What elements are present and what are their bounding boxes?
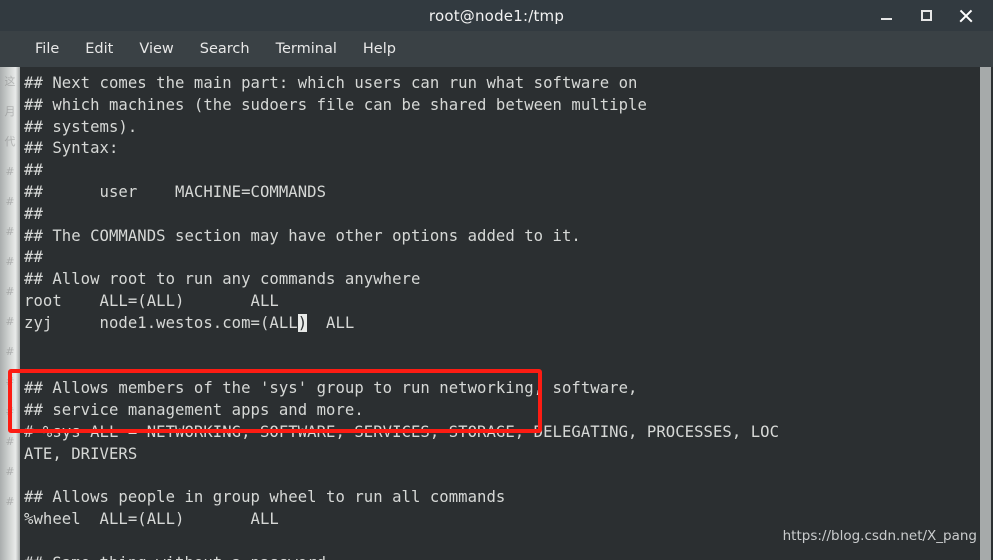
window-title: root@node1:/tmp (428, 6, 565, 25)
title-bar[interactable]: root@node1:/tmp (0, 0, 993, 31)
menu-item-search[interactable]: Search (187, 38, 263, 60)
terminal-line: ## service management apps and more. (24, 400, 364, 419)
ghost-watermark-glyph: # (5, 165, 15, 178)
terminal-line: ## (24, 161, 43, 180)
terminal-line: ## (24, 204, 43, 223)
terminal-line: ## which machines (the sudoers file can … (24, 95, 647, 114)
terminal-line: ## systems). (24, 117, 138, 136)
terminal-line: ## Next comes the main part: which users… (24, 74, 638, 92)
terminal-line: ## Allow root to run any commands anywhe… (24, 270, 421, 289)
terminal-line: ## Syntax: (24, 139, 119, 158)
ghost-watermark: 这月代 # # # # # # # # # # # # (0, 67, 20, 560)
menu-item-edit[interactable]: Edit (72, 38, 126, 60)
ghost-watermark-glyph: # (5, 405, 15, 418)
scrollbar-thumb[interactable] (980, 67, 991, 560)
csdn-watermark: https://blog.csdn.net/X_pang (782, 528, 977, 544)
terminal-line: root ALL=(ALL) ALL (24, 291, 279, 310)
maximize-icon (920, 10, 932, 21)
terminal-line: ## Same thing without a password (24, 553, 779, 560)
ghost-watermark-glyph: # (5, 465, 15, 478)
ghost-watermark-glyph: 这 (4, 75, 16, 88)
minimize-button[interactable] (877, 7, 895, 25)
ghost-watermark-glyph: # (5, 225, 15, 238)
left-frame-strip: 这月代 # # # # # # # # # # # # (0, 67, 20, 560)
terminal-screen[interactable]: ## Next comes the main part: which users… (20, 67, 978, 560)
ghost-watermark-glyph: 代 (4, 135, 16, 148)
window-controls (877, 0, 985, 31)
minimize-icon (880, 18, 892, 20)
menu-item-help[interactable]: Help (350, 38, 409, 60)
terminal-line: ATE, DRIVERS (24, 444, 138, 463)
ghost-watermark-glyph: 月 (4, 105, 16, 118)
terminal-line: ## The COMMANDS section may have other o… (24, 226, 581, 245)
terminal-line: ## Allows members of the 'sys' group to … (24, 379, 638, 398)
vertical-scrollbar[interactable] (978, 67, 993, 560)
ghost-watermark-glyph: # (5, 195, 15, 208)
menu-item-terminal[interactable]: Terminal (263, 38, 350, 60)
terminal-line: ## (24, 248, 43, 267)
ghost-watermark-glyph: # (5, 315, 15, 328)
close-button[interactable] (957, 7, 975, 25)
maximize-button[interactable] (917, 7, 935, 25)
text-cursor: ) (297, 313, 308, 332)
menu-item-file[interactable]: File (22, 38, 72, 60)
terminal-line: # %sys ALL = NETWORKING, SOFTWARE, SERVI… (24, 422, 780, 441)
menu-bar: File Edit View Search Terminal Help (0, 31, 993, 67)
ghost-watermark-glyph: # (5, 285, 15, 298)
terminal-line: ## user MACHINE=COMMANDS (24, 182, 327, 201)
ghost-watermark-glyph: # (5, 495, 15, 508)
cursor-line-before: zyj node1.westos.com=(ALL (24, 313, 298, 332)
cursor-line-after: ALL (307, 313, 355, 332)
terminal-line: %wheel ALL=(ALL) ALL (24, 509, 279, 528)
terminal-line: ## Allows people in group wheel to run a… (24, 488, 506, 507)
close-icon (959, 9, 973, 23)
ghost-watermark-glyph: # (5, 255, 15, 268)
terminal-window: root@node1:/tmp File Edit View Search Te… (0, 0, 993, 560)
ghost-watermark-glyph: # (5, 345, 15, 358)
terminal-area: 这月代 # # # # # # # # # # # # ## Next comes the main p… (0, 67, 993, 560)
terminal-text: ## Next comes the main part: which users… (24, 73, 779, 560)
menu-item-view[interactable]: View (126, 38, 186, 60)
terminal-line-with-cursor: zyj node1.westos.com=(ALL) ALL (24, 313, 779, 335)
ghost-watermark-glyph: # (5, 375, 15, 388)
ghost-watermark-glyph: # (5, 435, 15, 448)
